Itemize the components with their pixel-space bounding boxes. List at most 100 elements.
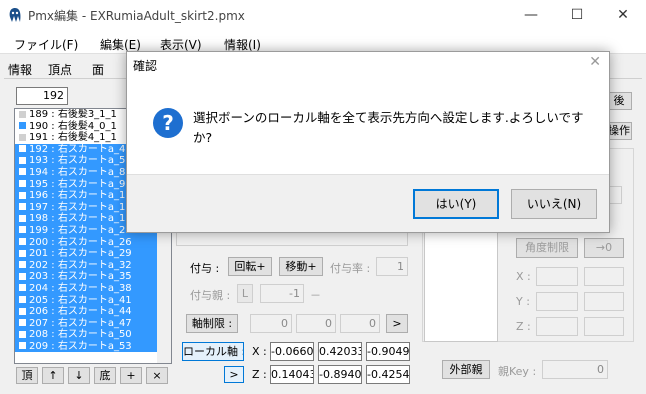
axis-limit-y-field: 0 bbox=[296, 314, 336, 333]
bone-list-item-label: 200 : 右スカートa_26 bbox=[29, 236, 132, 248]
dialog-message: 選択ボーンのローカル軸を全て表示先方向へ設定します.よろしいですか? bbox=[193, 110, 584, 145]
no-button[interactable]: いいえ(N) bbox=[511, 189, 597, 219]
bone-list-item-label: 199 : 右スカートa_23 bbox=[29, 224, 132, 236]
bone-list-item-label: 197 : 右スカートa_1 bbox=[29, 201, 126, 213]
bone-swatch-icon bbox=[19, 168, 26, 176]
axis-limit-x-field: 0 bbox=[250, 314, 292, 333]
bone-swatch-icon bbox=[19, 191, 26, 199]
bone-swatch-icon bbox=[19, 261, 26, 269]
bone-list-item[interactable]: 207 : 右スカートa_47 bbox=[15, 317, 171, 330]
local-axis-z2-field[interactable]: -0.8940 bbox=[318, 365, 362, 384]
confirm-dialog: 確認 ✕ ? 選択ボーンのローカル軸を全て表示先方向へ設定します.よろしいですか… bbox=[126, 51, 610, 233]
angle-y-min-field bbox=[536, 292, 578, 311]
bone-swatch-icon bbox=[19, 110, 26, 118]
bone-list-item-label: 207 : 右スカートa_47 bbox=[29, 317, 132, 329]
close-button[interactable]: ✕ bbox=[600, 0, 646, 30]
grant-parent-button[interactable]: L bbox=[237, 284, 253, 303]
bone-list-item[interactable]: 204 : 右スカートa_38 bbox=[15, 282, 171, 295]
bone-list-item-label: 206 : 右スカートa_44 bbox=[29, 306, 132, 318]
bone-list-item-label: 209 : 右スカートa_53 bbox=[29, 340, 132, 352]
minimize-button[interactable]: — bbox=[508, 0, 554, 30]
bone-swatch-icon bbox=[19, 319, 26, 327]
dialog-close-icon[interactable]: ✕ bbox=[589, 54, 601, 70]
local-axis-button[interactable]: ローカル軸 : bbox=[182, 342, 244, 361]
axis-limit-button[interactable]: 軸制限 : bbox=[186, 314, 238, 333]
local-axis-x1-field[interactable]: -0.0660 bbox=[270, 342, 314, 361]
local-axis-z-label: Z : bbox=[252, 368, 267, 381]
grant-rate-field: 1 bbox=[376, 257, 408, 276]
parent-key-label: 親Key : bbox=[498, 365, 537, 378]
bone-list-item-label: 193 : 右スカートa_5 bbox=[29, 155, 126, 167]
grant-parent-dash: － bbox=[310, 289, 321, 302]
bone-swatch-icon bbox=[19, 238, 26, 246]
question-icon: ? bbox=[153, 108, 183, 138]
angle-y-label: Y : bbox=[516, 295, 530, 308]
local-axis-z3-field[interactable]: -0.4254 bbox=[366, 365, 410, 384]
delete-button[interactable]: × bbox=[146, 367, 168, 384]
bone-list-item[interactable]: 205 : 右スカートa_41 bbox=[15, 294, 171, 307]
angle-z-label: Z : bbox=[516, 320, 531, 333]
angle-x-label: X : bbox=[516, 270, 531, 283]
app-icon bbox=[9, 8, 21, 22]
bone-list-item[interactable]: 206 : 右スカートa_44 bbox=[15, 306, 171, 318]
yes-button[interactable]: はい(Y) bbox=[413, 189, 499, 219]
bone-swatch-icon bbox=[19, 272, 26, 280]
bone-swatch-icon bbox=[19, 180, 26, 188]
axis-limit-arrow-button[interactable]: > bbox=[386, 314, 408, 333]
menu-file[interactable]: ファイル(F) bbox=[14, 36, 78, 53]
bone-swatch-icon bbox=[19, 342, 26, 350]
grant-rate-label: 付与率 : bbox=[330, 262, 371, 275]
angle-y-max-field bbox=[584, 292, 624, 311]
tab-vertex[interactable]: 頂点 bbox=[48, 61, 72, 78]
grant-label: 付与 : bbox=[190, 262, 220, 275]
bone-list-item-label: 202 : 右スカートa_32 bbox=[29, 259, 132, 271]
bone-list-item[interactable]: 208 : 右スカートa_50 bbox=[15, 329, 171, 341]
local-axis-x3-field[interactable]: -0.9049 bbox=[366, 342, 410, 361]
bone-list-item-label: 204 : 右スカートa_38 bbox=[29, 282, 132, 294]
bone-list-item-label: 196 : 右スカートa_1 bbox=[29, 190, 126, 202]
bone-swatch-icon bbox=[19, 307, 26, 315]
bone-list-item-label: 203 : 右スカートa_35 bbox=[29, 271, 132, 283]
local-axis-z1-field[interactable]: 0.14043 bbox=[270, 365, 314, 384]
bone-list-item[interactable]: 203 : 右スカートa_35 bbox=[15, 271, 171, 283]
bone-list-item-label: 201 : 右スカートa_29 bbox=[29, 248, 132, 260]
add-button[interactable]: + bbox=[120, 367, 142, 384]
bone-list-item-label: 208 : 右スカートa_50 bbox=[29, 329, 132, 341]
angle-z-min-field bbox=[536, 317, 578, 336]
local-axis-x2-field[interactable]: 0.42033 bbox=[318, 342, 362, 361]
angle-z-max-field bbox=[584, 317, 624, 336]
local-axis-arrow-button[interactable]: > bbox=[224, 366, 244, 383]
angle-limit-button[interactable]: 角度制限 bbox=[516, 238, 578, 258]
bone-index-field[interactable]: 192 bbox=[16, 87, 68, 105]
bone-swatch-icon bbox=[19, 214, 26, 222]
bone-list-item-label: 189 : 右後髪3_1_1 bbox=[29, 109, 117, 120]
bottom-button[interactable]: 底 bbox=[94, 367, 116, 384]
bone-swatch-icon bbox=[19, 226, 26, 234]
external-parent-button[interactable]: 外部親 bbox=[442, 360, 490, 379]
bone-list-item-label: 198 : 右スカートa_1 bbox=[29, 213, 126, 225]
maximize-button[interactable]: ☐ bbox=[554, 0, 600, 30]
bone-list-item-label: 195 : 右スカートa_9 bbox=[29, 178, 126, 190]
dialog-title: 確認 bbox=[133, 59, 158, 73]
grant-parent-label: 付与親 : bbox=[190, 289, 231, 302]
grant-rotate-button[interactable]: 回転+ bbox=[228, 257, 272, 276]
arrow-zero-button[interactable]: →0 bbox=[584, 238, 624, 258]
bone-list-item[interactable]: 200 : 右スカートa_26 bbox=[15, 236, 171, 249]
bone-list-item-label: 190 : 右後髪4_0_1 bbox=[29, 120, 117, 132]
axis-limit-z-field: 0 bbox=[340, 314, 380, 333]
tab-face[interactable]: 面 bbox=[92, 61, 104, 78]
parent-key-field: 0 bbox=[542, 360, 608, 379]
window-title: Pmx編集 - EXRumiaAdult_skirt2.pmx bbox=[28, 9, 245, 23]
bone-swatch-icon bbox=[19, 249, 26, 257]
top-button[interactable]: 頂 bbox=[16, 367, 38, 384]
bone-list-item[interactable]: 209 : 右スカートa_53 bbox=[15, 340, 171, 353]
down-button[interactable]: ↓ bbox=[68, 367, 90, 384]
bone-list-item-label: 205 : 右スカートa_41 bbox=[29, 294, 132, 306]
bone-list-item[interactable]: 202 : 右スカートa_32 bbox=[15, 259, 171, 272]
up-button[interactable]: ↑ bbox=[42, 367, 64, 384]
tab-info[interactable]: 情報 bbox=[8, 61, 32, 78]
bone-swatch-icon bbox=[19, 203, 26, 211]
bone-list-item[interactable]: 201 : 右スカートa_29 bbox=[15, 248, 171, 260]
grant-move-button[interactable]: 移動+ bbox=[279, 257, 323, 276]
angle-x-max-field bbox=[584, 267, 624, 286]
